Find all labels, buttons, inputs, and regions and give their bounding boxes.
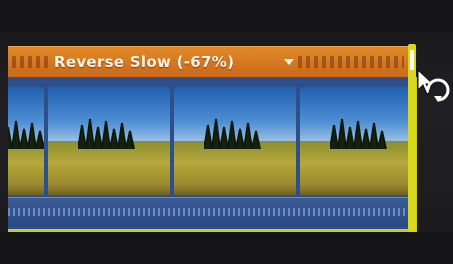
clip-frame <box>8 87 44 195</box>
timeline-top-band <box>0 0 453 32</box>
clip-frame <box>300 87 414 195</box>
timeline: Reverse Slow (-67%) <box>0 0 453 264</box>
retime-bar[interactable]: Reverse Slow (-67%) <box>8 46 414 78</box>
retime-speed-label[interactable]: Reverse Slow (-67%) <box>54 53 234 71</box>
clip-frame <box>48 87 170 195</box>
clip-frame <box>174 87 296 195</box>
retime-chevrons-left <box>12 56 50 68</box>
chevron-down-icon[interactable] <box>284 59 294 65</box>
waveform <box>8 208 414 216</box>
clip-filmstrip <box>8 87 414 195</box>
video-clip[interactable] <box>8 77 417 232</box>
retime-cursor-icon <box>417 68 450 102</box>
timeline-bottom-band <box>0 232 453 264</box>
clip-audio-waveform <box>8 197 414 227</box>
retime-chevrons-right <box>298 56 404 68</box>
